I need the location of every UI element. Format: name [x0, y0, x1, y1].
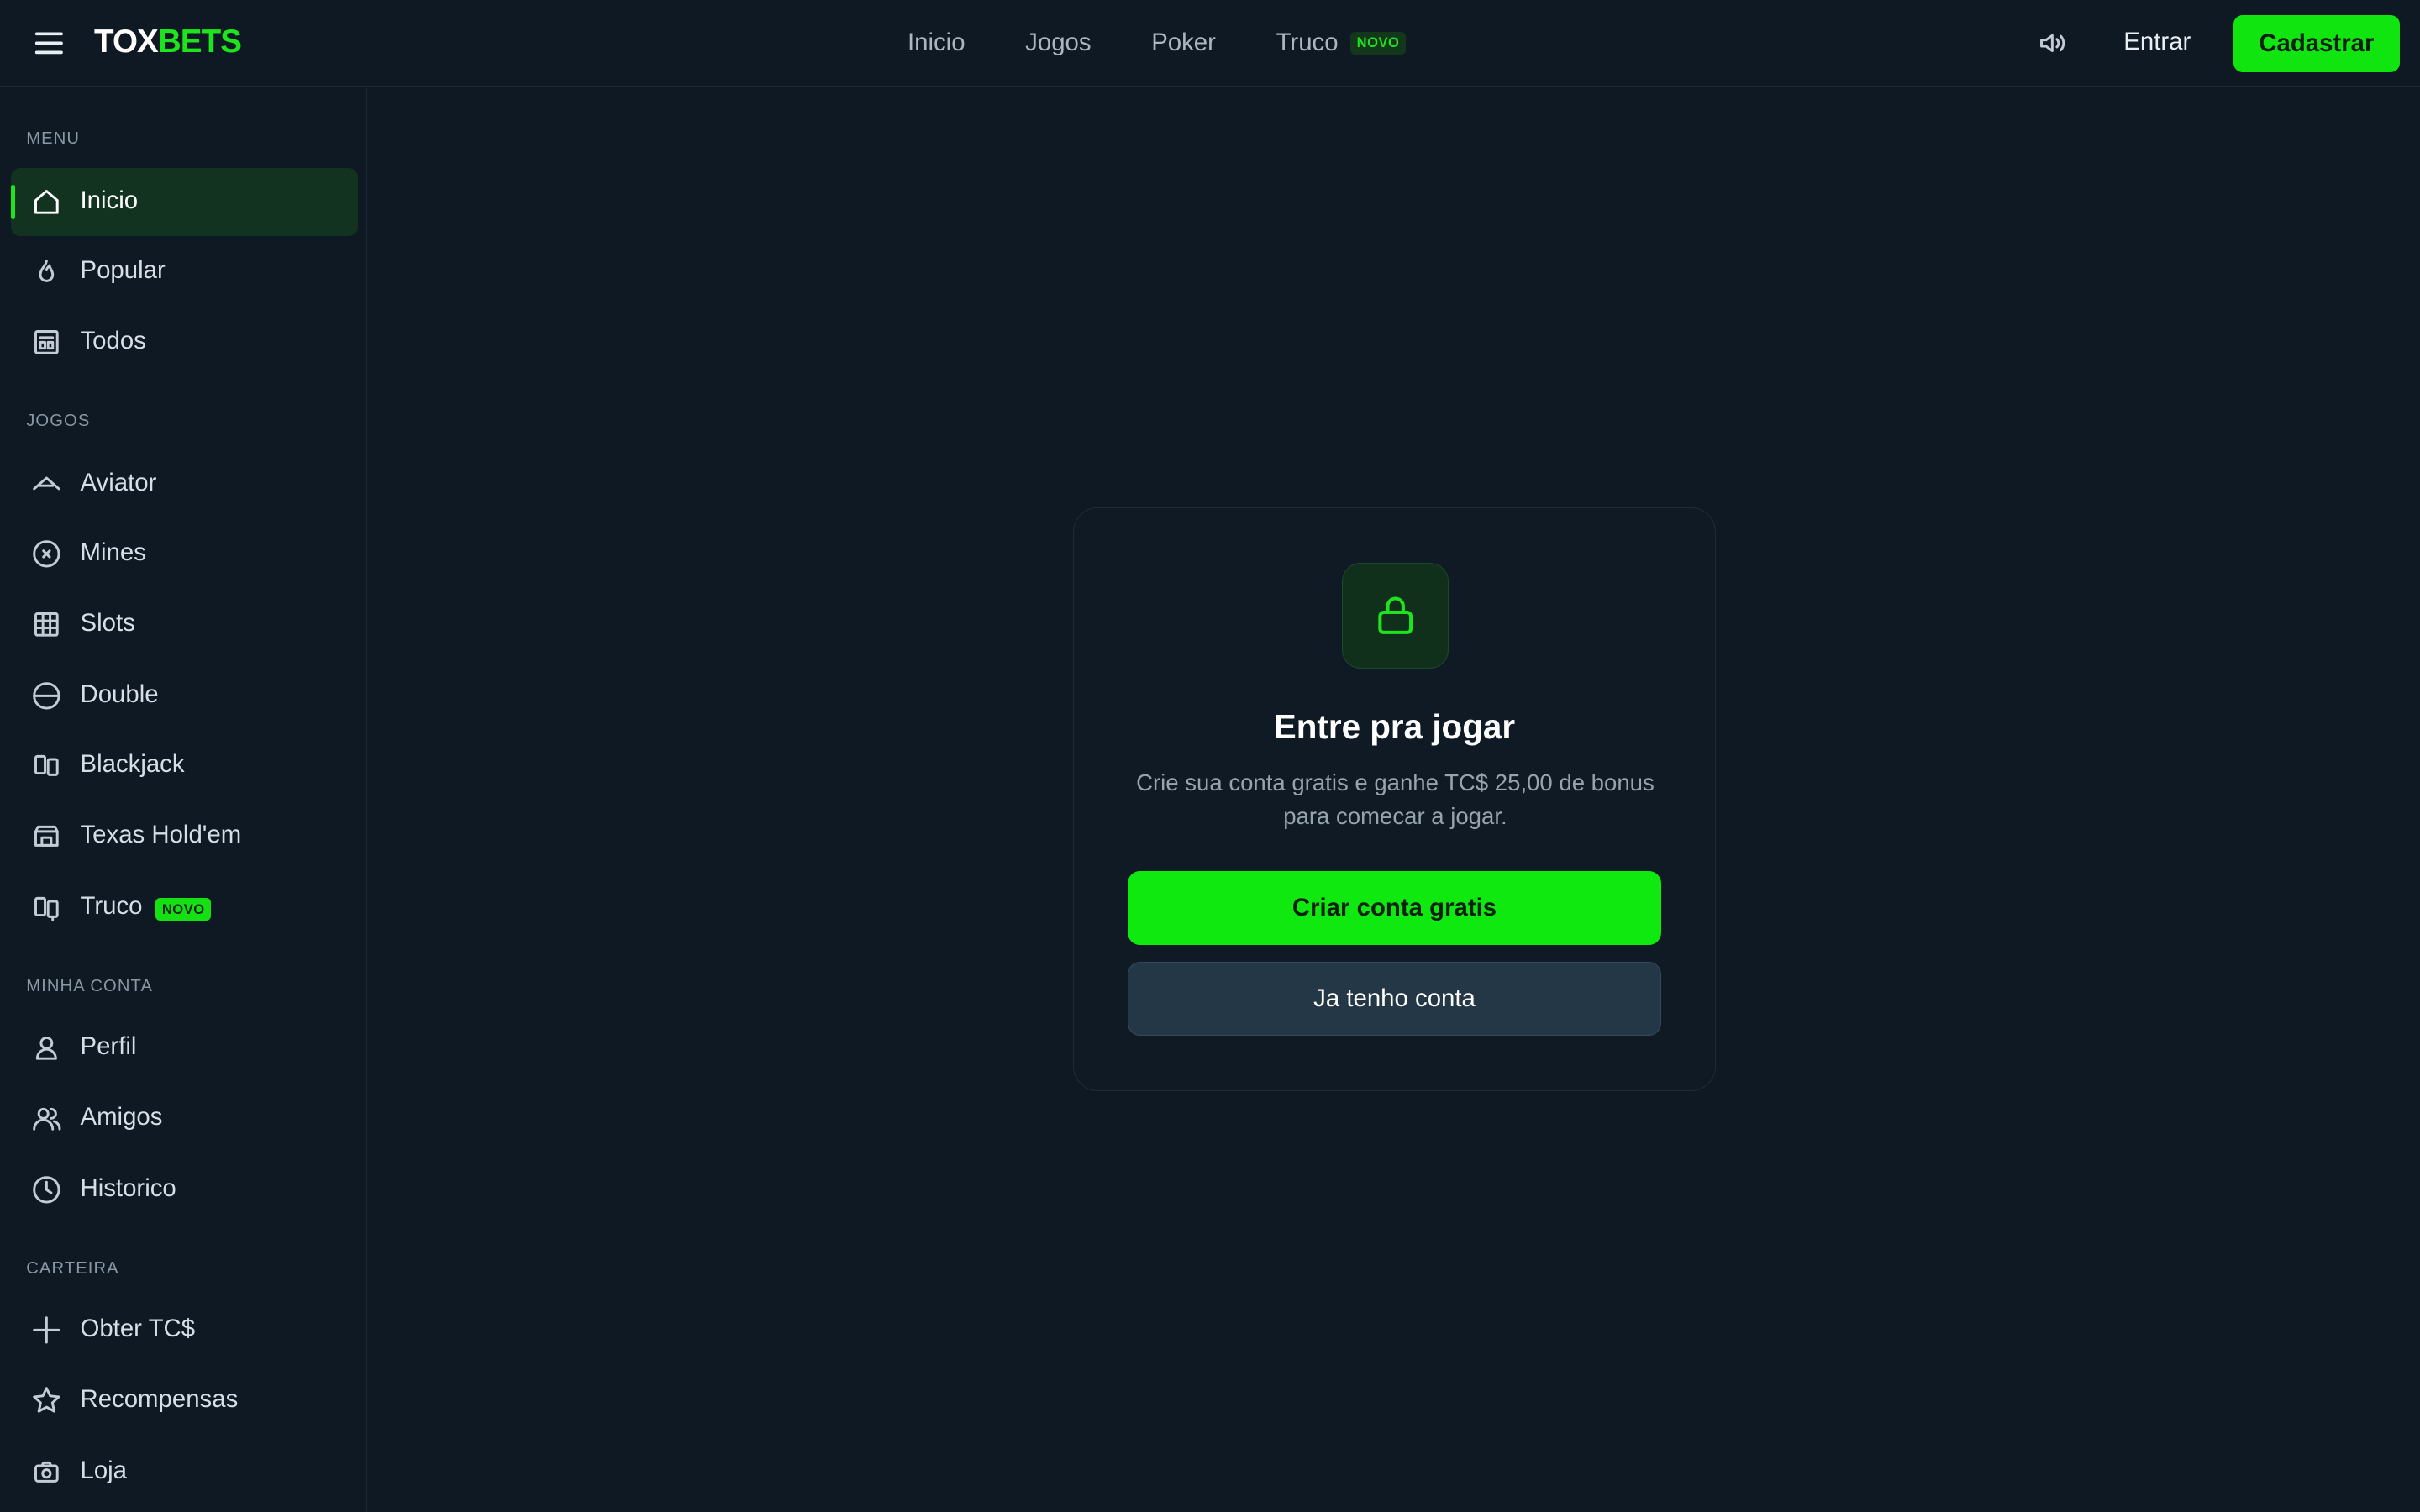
poker-table-icon	[31, 821, 62, 852]
top-nav-label: Jogos	[1025, 29, 1092, 57]
sidebar-item-label: Double	[80, 680, 159, 708]
top-nav-label: Inicio	[907, 29, 965, 57]
signup-button[interactable]: Cadastrar	[2233, 15, 2401, 73]
user-icon	[31, 1032, 62, 1063]
sidebar-item-label: Mines	[80, 538, 146, 566]
sidebar-item-amigos[interactable]: Amigos	[11, 1084, 358, 1152]
mine-icon	[31, 538, 62, 570]
plane-icon	[31, 469, 62, 500]
have-account-button[interactable]: Ja tenho conta	[1127, 962, 1662, 1037]
top-nav-jogos[interactable]: Jogos	[1025, 29, 1091, 57]
plus-icon	[31, 1315, 62, 1346]
sidebar-item-label: Aviator	[80, 469, 157, 497]
sidebar-item-texas-holdem[interactable]: Texas Hold'em	[11, 802, 358, 870]
sidebar-item-label: Obter TC$	[80, 1314, 196, 1342]
speaker-icon[interactable]	[2037, 28, 2068, 59]
create-account-button[interactable]: Criar conta gratis	[1127, 870, 1662, 946]
top-nav-truco[interactable]: Truco NOVO	[1276, 29, 1406, 57]
sidebar-item-todos[interactable]: Todos	[11, 308, 358, 376]
sidebar-item-aviator[interactable]: Aviator	[11, 450, 358, 518]
sidebar-item-label: Texas Hold'em	[80, 821, 242, 849]
sidebar-item-label: Loja	[80, 1456, 128, 1484]
sidebar-item-label: Todos	[80, 327, 146, 355]
sidebar-item-label: Perfil	[80, 1032, 137, 1060]
top-nav-label: Truco	[1276, 29, 1339, 57]
section-title-carteira: CARTEIRA	[26, 1258, 119, 1278]
sidebar-item-label: Amigos	[80, 1103, 163, 1131]
users-icon	[31, 1103, 62, 1134]
section-title-jogos: JOGOS	[26, 412, 91, 431]
truco-cards-icon	[31, 892, 62, 923]
sidebar-item-label: Inicio	[80, 186, 139, 215]
sidebar-item-historico[interactable]: Historico	[11, 1156, 358, 1224]
grid-list-icon	[31, 327, 62, 358]
card-title: Entre pra jogar	[1273, 707, 1516, 747]
top-nav: Inicio Jogos Poker Truco NOVO	[908, 0, 1406, 87]
logo-tox: TOX	[94, 23, 159, 60]
star-icon	[31, 1385, 62, 1416]
clock-icon	[31, 1174, 62, 1205]
sidebar-item-truco[interactable]: Truco NOVO	[11, 874, 358, 942]
sidebar-item-inicio[interactable]: Inicio	[10, 168, 359, 236]
slots-icon	[31, 609, 62, 640]
sidebar-item-loja[interactable]: Loja	[11, 1438, 358, 1506]
section-title-minha-conta: MINHA CONTA	[26, 976, 154, 995]
sidebar-item-perfil[interactable]: Perfil	[11, 1014, 358, 1082]
sidebar-item-obter-tc[interactable]: Obter TC$	[11, 1296, 358, 1364]
sidebar: MENU Inicio Popular Todos JOGOS Aviator …	[0, 87, 368, 1512]
sidebar-item-label: Blackjack	[80, 749, 185, 778]
new-badge: NOVO	[155, 897, 212, 921]
sidebar-item-mines[interactable]: Mines	[11, 520, 358, 588]
hamburger-menu-icon[interactable]	[34, 28, 65, 59]
lock-icon	[1342, 562, 1449, 669]
sidebar-item-slots[interactable]: Slots	[11, 591, 358, 659]
section-title-menu: MENU	[26, 129, 81, 149]
sidebar-item-label: Truco	[80, 891, 143, 920]
top-nav-label: Poker	[1151, 29, 1216, 57]
login-prompt-card: Entre pra jogar Crie sua conta gratis e …	[1072, 507, 1717, 1091]
card-text: Crie sua conta gratis e ganhe TC$ 25,00 …	[1136, 769, 1655, 830]
sidebar-item-label: Slots	[80, 609, 135, 638]
login-button[interactable]: Entrar	[2123, 28, 2191, 56]
sidebar-item-recompensas[interactable]: Recompensas	[11, 1367, 358, 1435]
sidebar-item-popular[interactable]: Popular	[11, 238, 358, 306]
logo[interactable]: TOXBETS	[94, 23, 242, 60]
sidebar-item-blackjack[interactable]: Blackjack	[11, 732, 358, 800]
double-icon	[31, 680, 62, 711]
sidebar-item-label: Popular	[80, 255, 166, 284]
store-icon	[31, 1457, 62, 1488]
home-icon	[31, 186, 62, 218]
new-badge: NOVO	[1350, 31, 1406, 55]
cards-icon	[31, 750, 62, 781]
top-bar: TOXBETS Inicio Jogos Poker Truco NOVO Ent…	[0, 0, 2420, 87]
sidebar-item-double[interactable]: Double	[11, 662, 358, 730]
logo-bets: BETS	[157, 23, 242, 60]
sidebar-item-label: Historico	[80, 1173, 176, 1202]
flame-icon	[31, 256, 62, 287]
sidebar-item-label: Recompensas	[80, 1385, 239, 1414]
top-nav-inicio[interactable]: Inicio	[908, 29, 965, 57]
top-nav-poker[interactable]: Poker	[1151, 29, 1216, 57]
